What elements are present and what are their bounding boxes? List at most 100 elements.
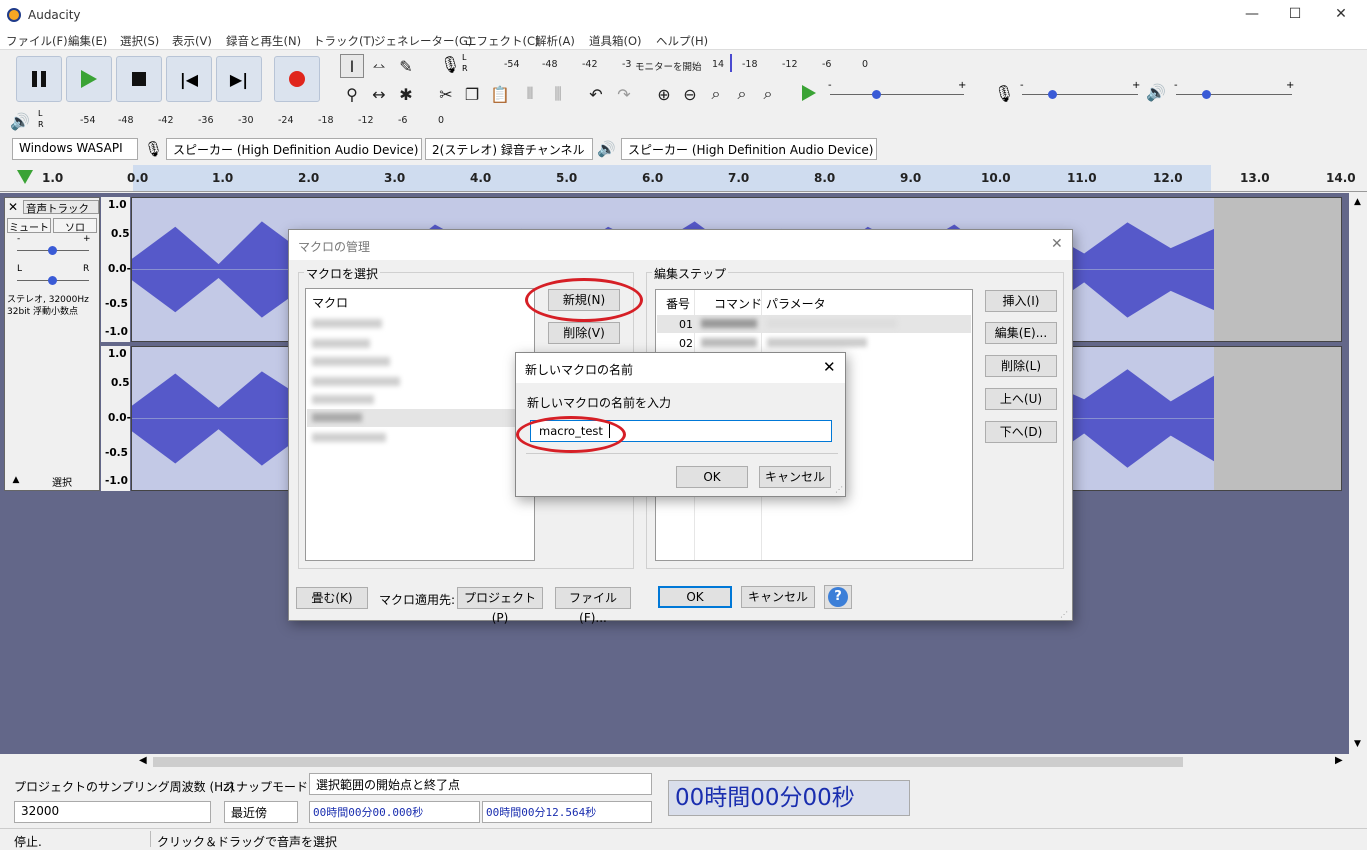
list-item[interactable] [312, 357, 390, 366]
menu-effect[interactable]: エフェクト(C) [465, 33, 540, 49]
apply-file-button[interactable]: ファイル(F)... [555, 587, 631, 625]
speed-slider-thumb[interactable] [872, 90, 881, 99]
minimize-button[interactable]: — [1242, 6, 1262, 24]
cut-icon[interactable]: ✂ [434, 82, 458, 106]
skip-end-button[interactable]: ▶| [216, 56, 262, 102]
selection-tool-button[interactable]: I [340, 54, 364, 78]
speed-slider[interactable] [830, 94, 964, 95]
close-icon[interactable]: ✕ [1051, 236, 1063, 252]
mute-button[interactable]: ミュート [7, 218, 51, 234]
vertical-scrollbar[interactable]: ▲ ▼ [1349, 193, 1367, 754]
playback-meter[interactable]: 🔊 L R -54 -48 -42 -36 -30 -24 -18 -12 -6… [0, 108, 460, 134]
trim-icon[interactable]: ⫴ [518, 82, 542, 106]
skip-start-button[interactable]: |◀ [166, 56, 212, 102]
record-button[interactable] [274, 56, 320, 102]
zoom-tool-button[interactable]: ⚲ [340, 82, 364, 106]
table-row-selected[interactable]: 01 [657, 315, 971, 333]
playback-volume-thumb[interactable] [1202, 90, 1211, 99]
selection-end-time[interactable]: 00時間00分12.564秒 [482, 801, 652, 823]
record-volume-thumb[interactable] [1048, 90, 1057, 99]
selection-start-time[interactable]: 00時間00分00.000秒 [309, 801, 480, 823]
track-close-button[interactable]: ✕ [8, 200, 18, 214]
collapse-track-icon[interactable]: ▲ [7, 475, 25, 489]
envelope-tool-button[interactable]: ⥎ [367, 54, 391, 78]
pause-button[interactable] [16, 56, 62, 102]
list-item-selected[interactable] [307, 409, 533, 427]
gain-slider-thumb[interactable] [48, 246, 57, 255]
pan-slider-thumb[interactable] [48, 276, 57, 285]
menu-file[interactable]: ファイル(F) [6, 33, 68, 49]
zoom-in-icon[interactable]: ⊕ [652, 82, 676, 106]
shrink-button[interactable]: 畳む(K) [296, 587, 368, 609]
recording-device-select[interactable]: スピーカー (High Definition Audio Device) (lo… [166, 138, 422, 160]
play-button[interactable] [66, 56, 112, 102]
host-select[interactable]: Windows WASAPI [12, 138, 138, 160]
playback-device-select[interactable]: スピーカー (High Definition Audio Device) [621, 138, 877, 160]
record-meter[interactable]: 🎙 L R -54 -48 -42 -3 モニターを開始 14 -18 -12 … [432, 52, 877, 78]
table-row[interactable]: 02 [657, 334, 971, 352]
menu-tracks[interactable]: トラック(T) [313, 33, 375, 49]
menu-select[interactable]: 選択(S) [120, 33, 159, 49]
apply-project-button[interactable]: プロジェクト(P) [457, 587, 543, 625]
cancel-button[interactable]: キャンセル [741, 586, 815, 608]
maximize-button[interactable]: ☐ [1285, 6, 1305, 24]
multi-tool-button[interactable]: ✱ [394, 82, 418, 106]
copy-icon[interactable]: ❐ [460, 82, 484, 106]
paste-icon[interactable]: 📋 [488, 82, 512, 106]
edit-step-button[interactable]: 編集(E)... [985, 322, 1057, 344]
scroll-left-icon[interactable]: ◀ [139, 755, 147, 766]
list-item[interactable] [312, 377, 400, 386]
undo-icon[interactable]: ↶ [584, 82, 608, 106]
macro-list[interactable]: マクロ [305, 288, 535, 561]
resize-grip-icon[interactable]: ⋰ [835, 485, 843, 494]
menu-analyze[interactable]: 解析(A) [535, 33, 575, 49]
menu-transport[interactable]: 録音と再生(N) [226, 33, 301, 49]
audio-position-time[interactable]: 00時間00分00秒 [668, 780, 910, 816]
insert-step-button[interactable]: 挿入(I) [985, 290, 1057, 312]
move-up-button[interactable]: 上へ(U) [985, 388, 1057, 410]
menu-tools[interactable]: 道具箱(O) [589, 33, 642, 49]
stop-button[interactable] [116, 56, 162, 102]
help-button[interactable]: ? [824, 585, 852, 609]
menu-edit[interactable]: 編集(E) [68, 33, 107, 49]
redo-icon[interactable]: ↷ [612, 82, 636, 106]
list-item[interactable] [312, 339, 370, 348]
record-volume-slider[interactable] [1022, 94, 1138, 95]
zoom-out-icon[interactable]: ⊖ [678, 82, 702, 106]
close-icon[interactable]: ✕ [823, 358, 836, 376]
playback-volume-slider[interactable] [1176, 94, 1292, 95]
silence-icon[interactable]: ⫼ [546, 82, 570, 106]
scroll-thumb[interactable] [153, 757, 1183, 767]
ok-button[interactable]: OK [658, 586, 732, 608]
play-head-icon[interactable] [17, 170, 33, 184]
name-ok-button[interactable]: OK [676, 466, 748, 488]
menu-view[interactable]: 表示(V) [172, 33, 212, 49]
zoom-toggle-icon[interactable]: ⌕ [756, 82, 780, 106]
list-item[interactable] [312, 395, 374, 404]
recording-channels-select[interactable]: 2(ステレオ) 録音チャンネル [425, 138, 593, 160]
fit-project-icon[interactable]: ⌕ [730, 82, 754, 106]
fit-selection-icon[interactable]: ⌕ [704, 82, 728, 106]
horizontal-scrollbar[interactable]: ◀ ▶ [135, 754, 1349, 770]
track-name-button[interactable]: 音声トラック [23, 200, 99, 215]
snap-mode-select[interactable]: 最近傍 [224, 801, 298, 823]
timeshift-tool-button[interactable]: ↔ [367, 82, 391, 106]
selection-mode-select[interactable]: 選択範囲の開始点と終了点 [309, 773, 652, 795]
draw-tool-button[interactable]: ✎ [394, 54, 418, 78]
move-down-button[interactable]: 下へ(D) [985, 421, 1057, 443]
list-item[interactable] [312, 433, 386, 442]
scroll-up-icon[interactable]: ▲ [1354, 197, 1361, 207]
list-item[interactable] [312, 319, 382, 328]
scroll-down-icon[interactable]: ▼ [1354, 739, 1361, 749]
name-cancel-button[interactable]: キャンセル [759, 466, 831, 488]
close-button[interactable]: ✕ [1331, 6, 1351, 24]
track-select-button[interactable]: 選択 [27, 474, 97, 489]
play-at-speed-icon[interactable] [802, 85, 816, 101]
scroll-right-icon[interactable]: ▶ [1335, 755, 1343, 766]
project-rate-select[interactable]: 32000 [14, 801, 211, 823]
menu-help[interactable]: ヘルプ(H) [656, 33, 708, 49]
resize-grip-icon[interactable]: ⋰ [1060, 610, 1068, 619]
monitor-start-label[interactable]: モニターを開始 [635, 59, 702, 73]
menu-generate[interactable]: ジェネレーター(G) [374, 33, 472, 49]
delete-macro-button[interactable]: 削除(V) [548, 322, 620, 344]
